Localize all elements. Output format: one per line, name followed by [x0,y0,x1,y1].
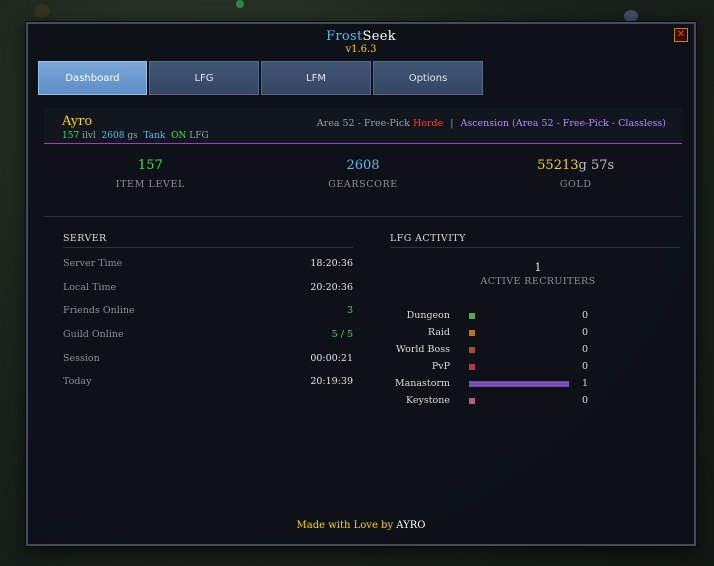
activity-name: Dungeon [406,310,450,321]
activity-row: Raid 0 [368,327,598,341]
gs-unit: gs [127,131,138,141]
item-level-label: ITEM LEVEL [115,179,185,190]
app-version: v1.6.3 [345,44,377,55]
separator: | [450,118,454,129]
stat-gold: 55213g 57s GOLD [469,158,682,216]
server-title-underline [63,247,353,248]
frostseek-window: FrostSeek v1.6.3 ✕ Dashboard LFG LFM Opt… [26,22,696,546]
active-recruiters-count: 1 [534,261,542,274]
server-row: Guild Online 5 / 5 [63,329,353,340]
activity-count: 0 [581,395,588,406]
server-row: Friends Online 3 [63,305,353,316]
activity-count: 0 [581,327,588,338]
activity-row: PvP 0 [368,361,598,375]
character-name: Ayro [62,114,93,129]
server-row: Today 20:19:39 [63,376,353,387]
ilvl-unit: ilvl [82,131,96,141]
lfg-activity-title: LFG ACTIVITY [390,233,466,244]
faction-label: Horde [412,118,444,129]
gold-amount: 55213g 57s [537,158,615,173]
activity-count: 0 [581,361,588,372]
guild-name: Ascension (Area 52 - Free-Pick - Classle… [460,118,666,129]
activity-count: 1 [581,378,588,389]
activity-bar [469,364,475,370]
background-detail [236,0,244,8]
close-button[interactable]: ✕ [674,28,688,42]
item-level-value: 157 [137,158,163,173]
tab-lfm[interactable]: LFM [261,61,371,95]
title-block: FrostSeek v1.6.3 [28,29,694,55]
stat-item-level: 157 ITEM LEVEL [44,158,257,216]
server-row: Server Time 18:20:36 [63,258,353,269]
active-recruiters-label: ACTIVE RECRUITERS [480,276,596,287]
activity-row: World Boss 0 [368,344,598,358]
character-panel: Ayro 157 ilvl 2608 gs Tank ON LFG Area 5… [44,108,682,144]
lfg-label: LFG [189,131,209,141]
activity-name: World Boss [396,344,450,355]
activity-count: 0 [581,344,588,355]
server-row: Session 00:00:21 [63,353,353,364]
activity-bar [469,381,569,387]
stats-row: 157 ITEM LEVEL 2608 GEARSCORE 55213g 57s… [44,158,682,216]
tab-lfg[interactable]: LFG [149,61,259,95]
activity-row: Dungeon 0 [368,310,598,324]
server-section-title: SERVER [63,233,107,244]
author-name: AYRO [396,520,426,531]
activity-bar [469,313,475,319]
ilvl-value: 157 [62,131,80,141]
lfg-title-underline [390,247,680,248]
realm-name: Area 52 - Free-Pick [316,118,410,129]
lfg-state: ON [171,131,187,141]
stat-gearscore: 2608 GEARSCORE [257,158,470,216]
activity-name: Manastorm [394,378,450,389]
app-title: FrostSeek [326,29,396,44]
server-row: Local Time 20:20:36 [63,282,353,293]
tab-options[interactable]: Options [373,61,483,95]
role-label: Tank [143,131,166,141]
activity-name: PvP [431,361,450,372]
activity-bar [469,330,475,336]
gearscore-label: GEARSCORE [328,179,398,190]
tab-bar: Dashboard LFG LFM Options [38,61,483,95]
gearscore-value: 2608 [346,158,380,173]
gs-value: 2608 [101,131,125,141]
activity-row: Manastorm 1 [368,378,598,392]
activity-name: Raid [427,327,450,338]
gold-label: GOLD [559,179,592,190]
activity-row: Keystone 0 [368,395,598,409]
background-detail [34,4,50,18]
realm-info: Area 52 - Free-Pick Horde | Ascension (A… [317,118,666,129]
activity-bar [469,347,475,353]
footer-credit: Made with Love by AYRO [296,520,426,531]
activity-bar [469,398,475,404]
divider [44,216,682,217]
activity-count: 0 [581,310,588,321]
activity-name: Keystone [406,395,450,406]
character-summary: 157 ilvl 2608 gs Tank ON LFG [62,131,209,141]
tab-dashboard[interactable]: Dashboard [38,61,147,95]
background-detail [624,10,638,22]
